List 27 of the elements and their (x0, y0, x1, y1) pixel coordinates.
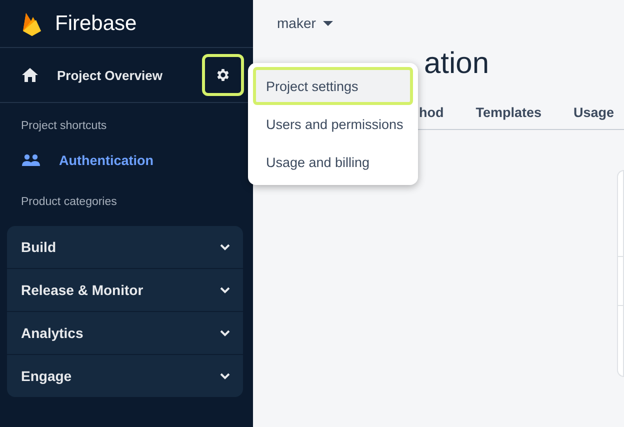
section-heading: Project shortcuts (20, 119, 108, 134)
tab[interactable]: Templates (476, 104, 542, 120)
brand-name: Firebase (55, 12, 137, 36)
section-heading: Product categories (20, 195, 118, 210)
chevron-icon (220, 286, 230, 294)
people-icon (22, 154, 40, 166)
caret-icon (322, 20, 333, 26)
chevron-icon (220, 372, 230, 380)
tab[interactable]: hod (419, 104, 444, 120)
tab[interactable]: Usage (574, 104, 614, 120)
settings-button[interactable] (202, 54, 244, 96)
project-overview-link[interactable]: Project Overview (57, 68, 202, 82)
category-item[interactable]: Analytics (7, 311, 243, 354)
category-item[interactable]: Engage (7, 354, 243, 397)
category-item[interactable]: Release & Monitor (7, 268, 243, 311)
home-icon[interactable] (22, 68, 38, 82)
category-item[interactable]: Build (7, 226, 243, 268)
menu-item[interactable]: Users and permissions (253, 105, 413, 143)
chevron-icon (220, 244, 230, 250)
flame-logo-icon (22, 10, 42, 36)
menu-item[interactable]: Project settings (253, 67, 413, 105)
chevron-icon (220, 330, 230, 336)
menu-item[interactable]: Usage and billing (253, 143, 413, 181)
page-title: ation (424, 47, 490, 82)
settings-icon (215, 67, 231, 83)
project-selector[interactable]: maker (277, 15, 624, 31)
sidebar-item[interactable]: Authentication (0, 140, 253, 180)
